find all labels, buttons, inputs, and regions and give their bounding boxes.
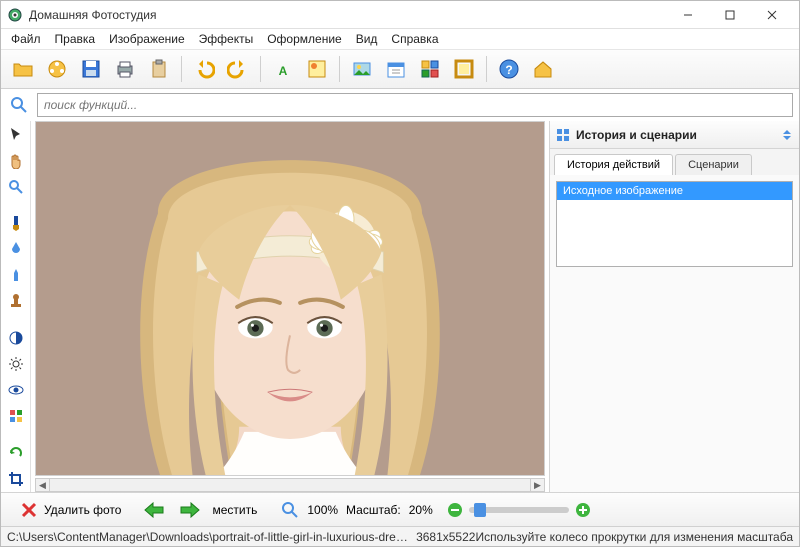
- main-toolbar: A ?: [1, 49, 799, 89]
- print-button[interactable]: [109, 53, 141, 85]
- search-bar: [1, 89, 799, 121]
- crop-tool[interactable]: [4, 468, 28, 489]
- menu-view[interactable]: Вид: [350, 30, 384, 48]
- search-input[interactable]: [37, 93, 793, 117]
- menu-effects[interactable]: Эффекты: [193, 30, 260, 48]
- save-button[interactable]: [75, 53, 107, 85]
- zoom-tool[interactable]: [4, 176, 28, 197]
- next-image-button[interactable]: [176, 498, 204, 522]
- zoom-slider-knob[interactable]: [474, 503, 486, 517]
- tab-scenarios[interactable]: Сценарии: [675, 154, 752, 175]
- maximize-button[interactable]: [709, 2, 751, 28]
- right-panel-body: Исходное изображение: [550, 175, 799, 492]
- zoom-controls: [447, 502, 591, 518]
- status-bar: C:\Users\ContentManager\Downloads\portra…: [1, 526, 799, 546]
- contrast-tool[interactable]: [4, 327, 28, 348]
- search-icon: [7, 93, 31, 117]
- bottom-bar: Удалить фото местить 100% Масштаб: 20%: [1, 492, 799, 526]
- pointer-tool[interactable]: [4, 124, 28, 145]
- history-list[interactable]: Исходное изображение: [556, 181, 793, 267]
- history-item[interactable]: Исходное изображение: [557, 182, 792, 200]
- menu-edit[interactable]: Правка: [49, 30, 102, 48]
- scale-label: Масштаб:: [346, 503, 401, 517]
- image-canvas[interactable]: [35, 121, 545, 476]
- window-title: Домашняя Фотостудия: [29, 8, 667, 22]
- delete-photo-button[interactable]: Удалить фото: [9, 496, 132, 524]
- home-button[interactable]: [527, 53, 559, 85]
- brush-tool[interactable]: [4, 213, 28, 234]
- menu-file[interactable]: Файл: [5, 30, 47, 48]
- hand-tool[interactable]: [4, 150, 28, 171]
- menu-image[interactable]: Изображение: [103, 30, 191, 48]
- prev-image-button[interactable]: [140, 498, 168, 522]
- collage-button[interactable]: [414, 53, 446, 85]
- scale-value: 20%: [409, 503, 439, 517]
- text-button[interactable]: A: [267, 53, 299, 85]
- menu-help[interactable]: Справка: [385, 30, 444, 48]
- main-area: ◀ ▶ История и сценарии История действий …: [1, 121, 799, 492]
- redo-button[interactable]: [222, 53, 254, 85]
- canvas-area: ◀ ▶: [31, 121, 549, 492]
- droplet-tool[interactable]: [4, 239, 28, 260]
- zoom-in-button[interactable]: [575, 502, 591, 518]
- color-tool[interactable]: [4, 405, 28, 426]
- fill-button[interactable]: [301, 53, 333, 85]
- rotate-tool[interactable]: [4, 442, 28, 463]
- right-panel-title: История и сценарии: [576, 128, 775, 142]
- help-button[interactable]: ?: [493, 53, 525, 85]
- scroll-right-arrow[interactable]: ▶: [530, 479, 544, 491]
- tab-history[interactable]: История действий: [554, 154, 673, 175]
- menu-design[interactable]: Оформление: [261, 30, 347, 48]
- right-panel-header: История и сценарии: [550, 121, 799, 149]
- clipboard-button[interactable]: [143, 53, 175, 85]
- status-dimensions: 3681x5522: [416, 530, 475, 544]
- frame-button[interactable]: [448, 53, 480, 85]
- spray-tool[interactable]: [4, 265, 28, 286]
- separator: [486, 56, 487, 82]
- delete-label: Удалить фото: [44, 503, 121, 517]
- svg-text:?: ?: [505, 63, 512, 77]
- stamp-tool[interactable]: [4, 291, 28, 312]
- minimize-button[interactable]: [667, 2, 709, 28]
- menubar: Файл Правка Изображение Эффекты Оформлен…: [1, 29, 799, 49]
- status-path: C:\Users\ContentManager\Downloads\portra…: [7, 530, 408, 544]
- open-button[interactable]: [7, 53, 39, 85]
- calendar-button[interactable]: [380, 53, 412, 85]
- zoom-slider[interactable]: [469, 507, 569, 513]
- insert-image-button[interactable]: [346, 53, 378, 85]
- horizontal-scrollbar[interactable]: ◀ ▶: [35, 478, 545, 492]
- svg-text:A: A: [279, 64, 288, 78]
- scroll-left-arrow[interactable]: ◀: [36, 479, 50, 491]
- separator: [339, 56, 340, 82]
- titlebar: Домашняя Фотостудия: [1, 1, 799, 29]
- history-panel-icon: [556, 128, 570, 142]
- film-button[interactable]: [41, 53, 73, 85]
- fit-label[interactable]: местить: [212, 503, 257, 517]
- panel-collapse-icon[interactable]: [781, 129, 793, 141]
- close-button[interactable]: [751, 2, 793, 28]
- photo-content: [36, 122, 544, 476]
- eye-tool[interactable]: [4, 379, 28, 400]
- status-hint: Используйте колесо прокрутки для изменен…: [475, 530, 793, 544]
- right-panel-tabs: История действий Сценарии: [550, 149, 799, 175]
- app-icon: [7, 7, 23, 23]
- separator: [260, 56, 261, 82]
- delete-icon: [20, 501, 38, 519]
- sun-tool[interactable]: [4, 353, 28, 374]
- zoom-out-button[interactable]: [447, 502, 463, 518]
- zoom-100-label[interactable]: 100%: [307, 503, 338, 517]
- right-panel: История и сценарии История действий Сцен…: [549, 121, 799, 492]
- separator: [181, 56, 182, 82]
- zoom-100-icon[interactable]: [281, 501, 299, 519]
- left-tool-strip: [1, 121, 31, 492]
- undo-button[interactable]: [188, 53, 220, 85]
